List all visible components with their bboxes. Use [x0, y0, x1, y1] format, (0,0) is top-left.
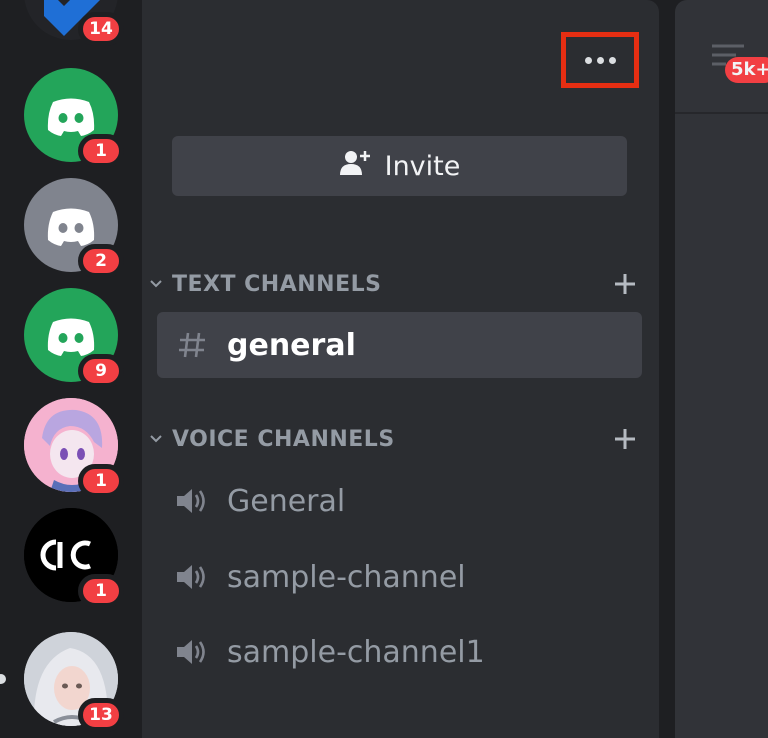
- create-voice-channel-button[interactable]: [610, 422, 640, 456]
- speaker-icon: [157, 486, 227, 516]
- channel-label: sample-channel: [227, 559, 466, 595]
- server-mention-badge: 1: [78, 574, 124, 608]
- more-horizontal-icon: [584, 56, 616, 64]
- speaker-icon: [157, 637, 227, 667]
- server-icon-anime[interactable]: 1: [24, 398, 124, 498]
- server-mention-badge: 9: [78, 354, 124, 388]
- category-label: TEXT CHANNELS: [172, 271, 382, 297]
- channel-label: sample-channel1: [227, 634, 485, 670]
- chevron-down-icon: [150, 435, 172, 443]
- server-icon-discord-gray[interactable]: 2: [24, 178, 124, 278]
- server-list: 14 1 2 9 1 1 13: [0, 0, 142, 738]
- server-mention-badge: 1: [78, 134, 124, 168]
- voice-channel-general[interactable]: General: [157, 468, 642, 534]
- main-content-area: 5k+: [675, 0, 768, 738]
- category-voice-channels[interactable]: VOICE CHANNELS: [150, 422, 640, 456]
- add-person-icon: [339, 149, 371, 184]
- server-mention-badge: 13: [78, 698, 124, 732]
- server-mention-badge: 2: [78, 244, 124, 278]
- invite-label: Invite: [384, 150, 461, 182]
- server-icon-discord-1[interactable]: 1: [24, 68, 124, 168]
- category-label: VOICE CHANNELS: [172, 426, 395, 452]
- channel-label: General: [227, 483, 346, 519]
- threads-count-badge: 5k+: [725, 57, 768, 83]
- chevron-down-icon: [150, 280, 172, 288]
- plus-icon: [615, 274, 635, 294]
- server-icon-discord-2[interactable]: 9: [24, 288, 124, 388]
- voice-channel-sample-channel[interactable]: sample-channel: [157, 544, 642, 610]
- speaker-icon: [157, 562, 227, 592]
- invite-button[interactable]: Invite: [172, 136, 627, 196]
- hashtag-icon: [157, 330, 227, 360]
- plus-icon: [615, 429, 635, 449]
- server-mention-badge: 14: [78, 12, 124, 46]
- main-header: 5k+: [675, 0, 768, 114]
- server-icon-top[interactable]: 14: [24, 0, 124, 46]
- server-options-button[interactable]: [561, 32, 639, 88]
- discord-app: 14 1 2 9 1 1 13 Invite TEXT CHANNELS gen…: [0, 0, 768, 738]
- channel-label: general: [227, 327, 356, 363]
- unread-indicator: [0, 674, 6, 684]
- create-text-channel-button[interactable]: [610, 267, 640, 301]
- server-icon-dc[interactable]: 1: [24, 508, 124, 608]
- server-icon-photo[interactable]: 13: [24, 632, 124, 732]
- text-channel-general[interactable]: general: [157, 312, 642, 378]
- voice-channel-sample-channel1[interactable]: sample-channel1: [157, 619, 642, 685]
- category-text-channels[interactable]: TEXT CHANNELS: [150, 267, 640, 301]
- server-mention-badge: 1: [78, 464, 124, 498]
